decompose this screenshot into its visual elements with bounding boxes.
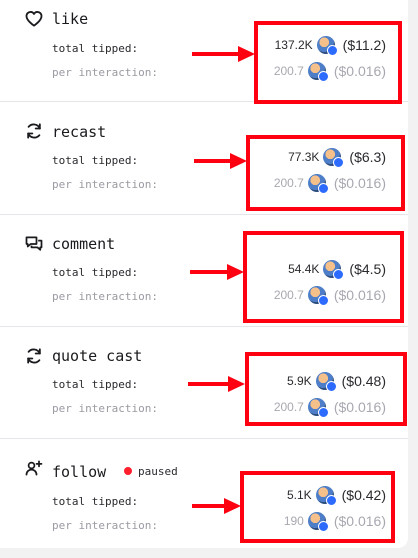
total-tipped-label: total tipped: bbox=[52, 266, 139, 279]
per-interaction-label: per interaction: bbox=[52, 66, 158, 79]
per-interaction-label: per interaction: bbox=[52, 519, 158, 532]
per-interaction-label: per interaction: bbox=[52, 178, 158, 191]
highlight-box bbox=[246, 135, 405, 211]
arrow-icon bbox=[194, 152, 248, 170]
per-interaction-label: per interaction: bbox=[52, 290, 158, 303]
recast-icon bbox=[24, 121, 44, 141]
highlight-box bbox=[243, 231, 404, 323]
status-label: paused bbox=[138, 465, 178, 478]
arrow-icon bbox=[192, 45, 256, 63]
comment-icon bbox=[24, 234, 44, 254]
highlight-box bbox=[254, 21, 402, 104]
section-title: comment bbox=[52, 235, 116, 253]
arrow-icon bbox=[192, 497, 242, 515]
total-tipped-label: total tipped: bbox=[52, 42, 139, 55]
per-interaction-label: per interaction: bbox=[52, 402, 158, 415]
section-title: recast bbox=[52, 123, 107, 141]
total-tipped-label: total tipped: bbox=[52, 495, 139, 508]
paused-dot-icon bbox=[124, 467, 132, 475]
arrow-icon bbox=[188, 375, 246, 393]
status-badge: paused bbox=[124, 465, 178, 478]
highlight-box bbox=[245, 352, 407, 426]
section-title: quote cast bbox=[52, 347, 143, 365]
add-user-icon bbox=[24, 458, 44, 478]
section-title: follow bbox=[52, 463, 107, 481]
quote-cast-icon bbox=[24, 346, 44, 366]
heart-icon bbox=[24, 9, 44, 29]
total-tipped-label: total tipped: bbox=[52, 154, 139, 167]
section-title: like bbox=[52, 10, 89, 28]
total-tipped-label: total tipped: bbox=[52, 378, 139, 391]
arrow-icon bbox=[190, 263, 245, 281]
highlight-box bbox=[240, 471, 395, 543]
